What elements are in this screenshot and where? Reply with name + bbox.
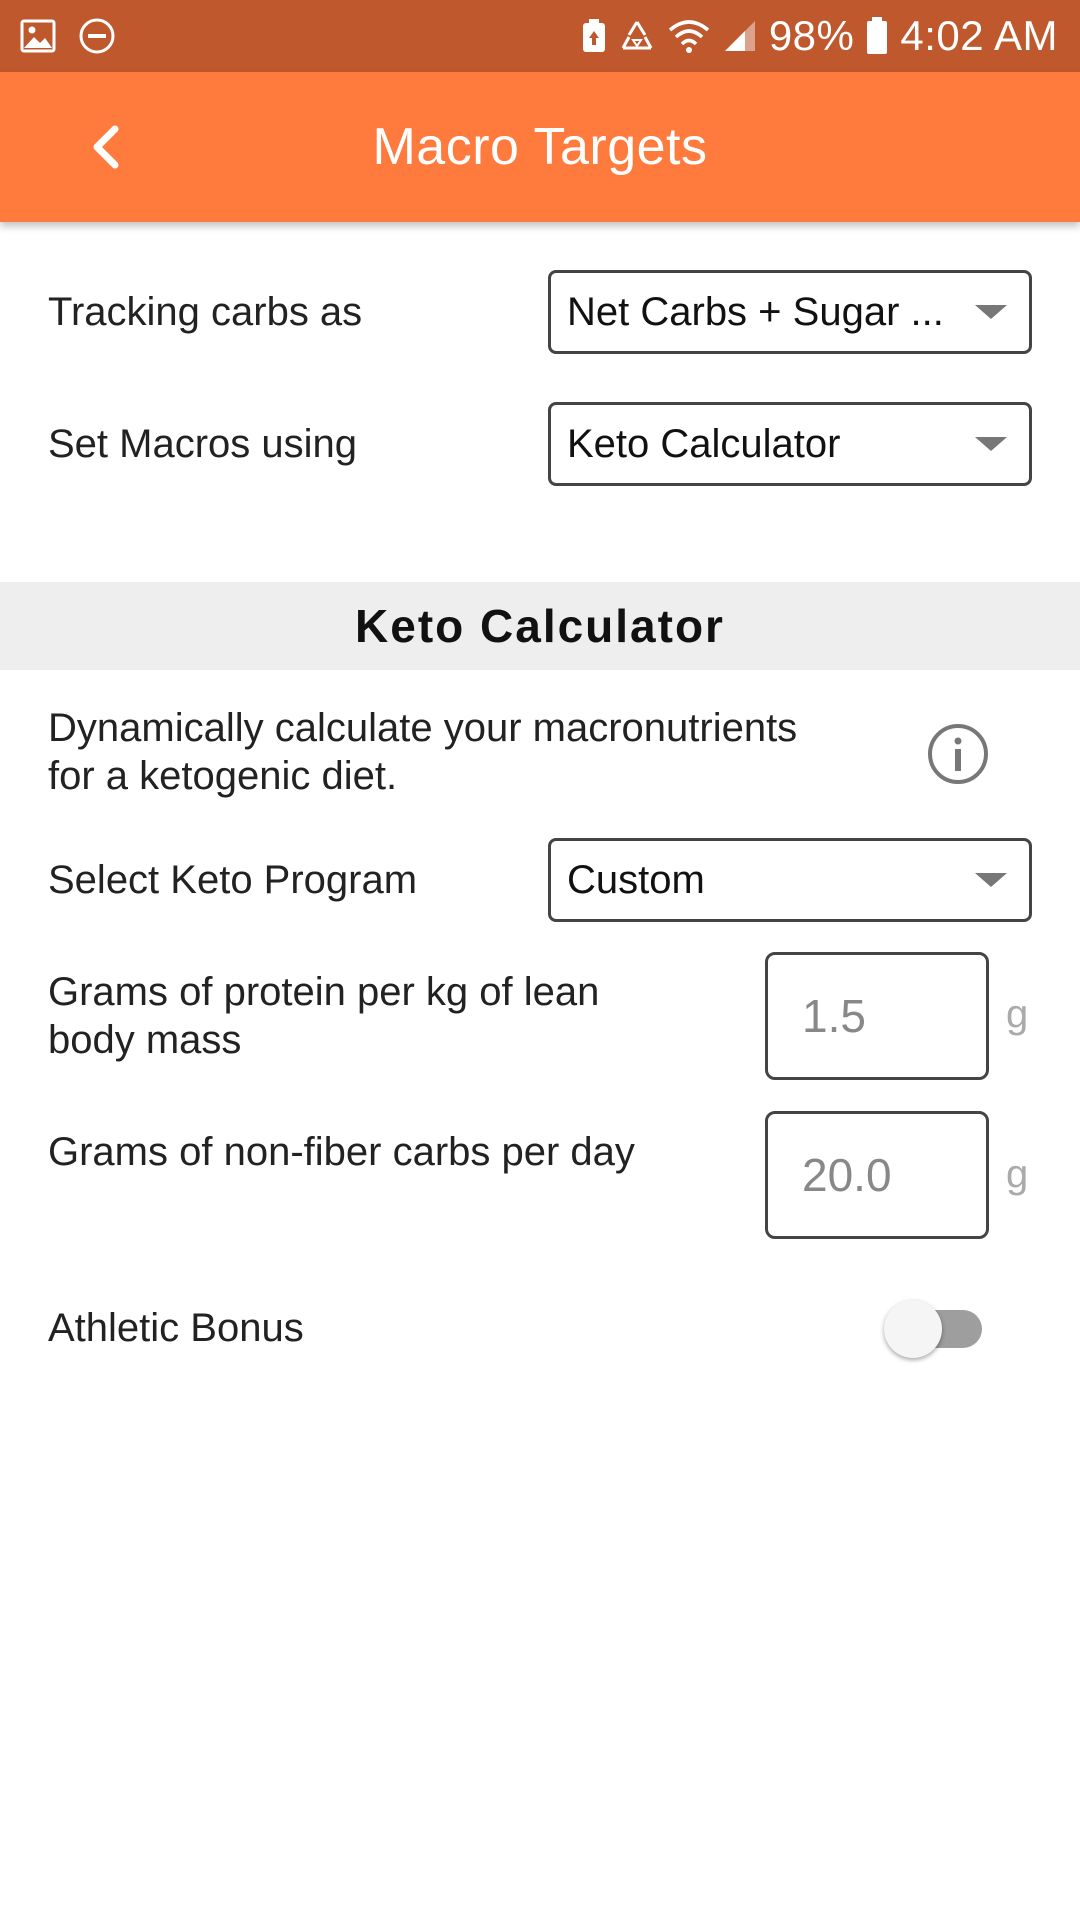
keto-description: Dynamically calculate your macronutrient… [48, 706, 798, 798]
status-bar: 98% 4:02 AM [0, 0, 1080, 72]
athletic-bonus-toggle[interactable] [884, 1298, 994, 1358]
keto-calculator-header: Keto Calculator [0, 582, 1080, 670]
toggle-thumb [884, 1300, 942, 1358]
signal-icon [723, 19, 757, 53]
info-button[interactable] [926, 722, 990, 786]
status-time: 4:02 AM [900, 12, 1058, 59]
dropdown-arrow-icon [975, 437, 1007, 451]
dropdown-arrow-icon [975, 873, 1007, 887]
recycle-icon [619, 18, 655, 54]
info-icon [928, 724, 988, 784]
protein-label: Grams of protein per kg of lean body mas… [48, 970, 600, 1062]
protein-unit: g [1006, 992, 1029, 1036]
do-not-disturb-icon [78, 17, 116, 55]
keto-program-select[interactable]: Custom [548, 838, 1032, 922]
app-bar: Macro Targets [0, 72, 1080, 222]
dropdown-arrow-icon [975, 305, 1007, 319]
battery-saver-icon [581, 18, 607, 54]
battery-percent: 98% [768, 12, 855, 59]
set-macros-select[interactable]: Keto Calculator [548, 402, 1032, 486]
battery-icon [866, 17, 888, 55]
chevron-left-icon [93, 125, 119, 169]
tracking-label: Tracking carbs as [48, 290, 363, 334]
tracking-carbs-select[interactable]: Net Carbs + Sugar ... [548, 270, 1032, 354]
athletic-bonus-label: Athletic Bonus [48, 1306, 304, 1350]
carbs-input[interactable] [765, 1111, 989, 1239]
screen: 98% 4:02 AM Macro Targets Tracking carbs… [0, 0, 1080, 1920]
set-macros-value: Keto Calculator [567, 421, 841, 466]
carbs-label: Grams of non-fiber carbs per day [48, 1130, 635, 1174]
wifi-icon [667, 18, 711, 54]
protein-input[interactable] [765, 952, 989, 1080]
macros-label: Set Macros using [48, 422, 358, 466]
tracking-carbs-value: Net Carbs + Sugar ... [567, 289, 944, 334]
keto-program-label: Select Keto Program [48, 858, 418, 902]
carbs-unit: g [1006, 1152, 1029, 1196]
page-title: Macro Targets [372, 118, 708, 176]
back-button[interactable] [70, 112, 140, 182]
gallery-icon [20, 18, 56, 54]
keto-program-value: Custom [567, 857, 705, 902]
status-left [20, 17, 138, 55]
status-right: 98% 4:02 AM [569, 12, 1058, 60]
